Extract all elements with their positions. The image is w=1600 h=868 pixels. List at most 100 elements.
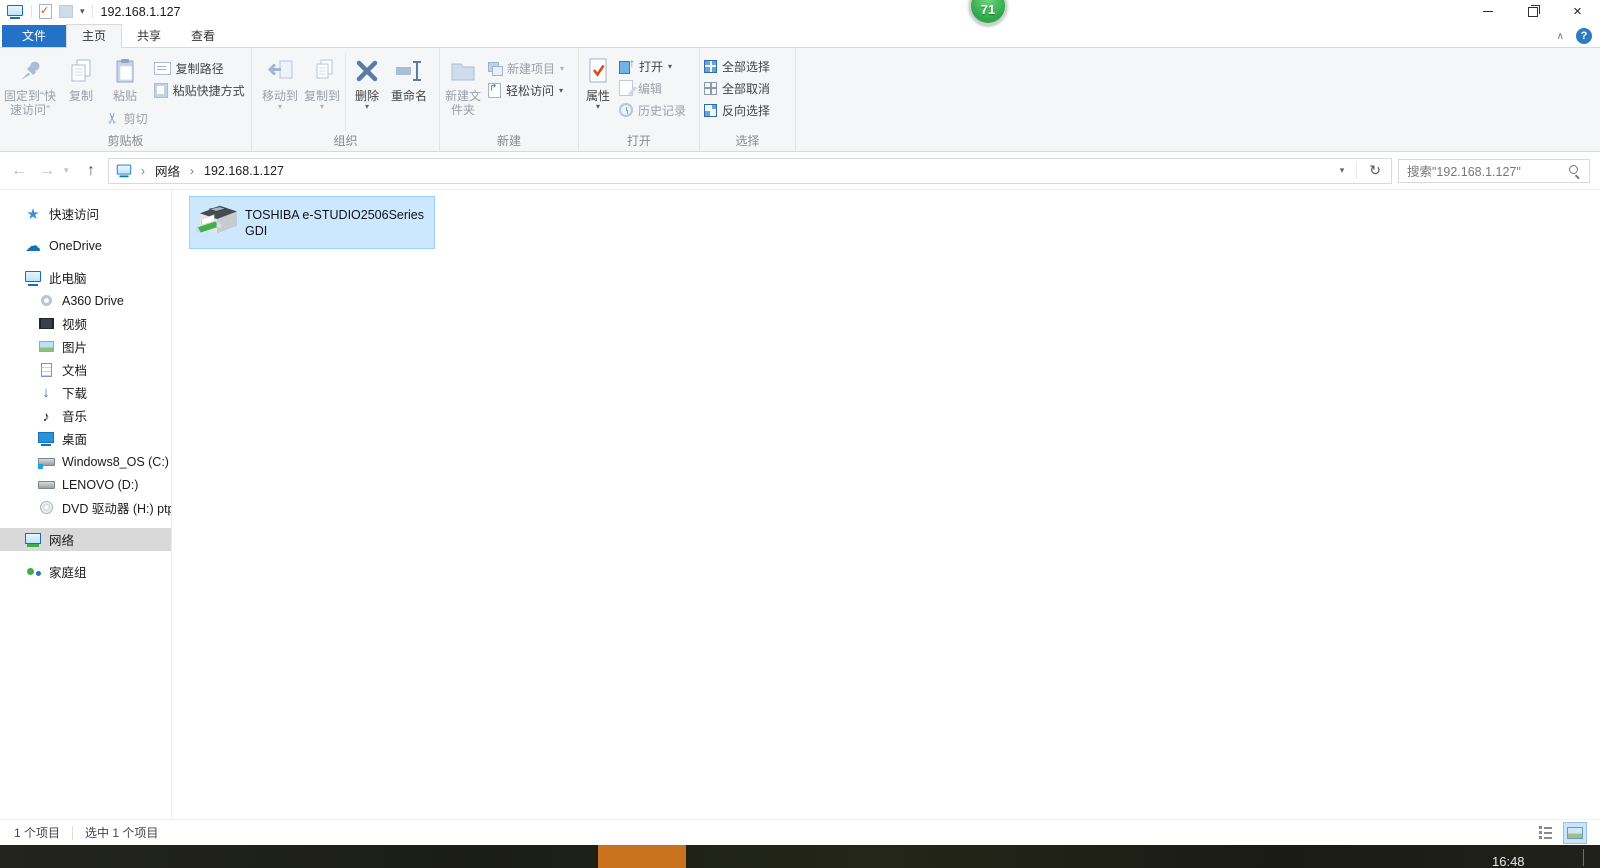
sidebar-item-dvd-h[interactable]: DVD 驱动器 (H:) ptpre [0, 496, 171, 519]
pin-to-quick-access-button[interactable]: 固定到“快速访问” [1, 49, 59, 117]
sidebar-item-drive-c[interactable]: Windows8_OS (C:) [0, 450, 171, 473]
button-label: 粘贴 [113, 89, 137, 103]
sidebar-item-documents[interactable]: 文档 [0, 358, 171, 381]
paste-button[interactable]: 粘贴 [103, 49, 147, 103]
up-button[interactable]: ↑ [80, 162, 102, 180]
sidebar-item-videos[interactable]: 视频 [0, 312, 171, 335]
search-box[interactable]: 搜索"192.168.1.127" [1398, 159, 1590, 183]
thumbnail-view-button[interactable] [1564, 823, 1586, 843]
show-desktop-divider[interactable] [1583, 849, 1584, 866]
sidebar-item-a360-drive[interactable]: A360 Drive [0, 289, 171, 312]
copy-path-button[interactable]: 复制路径 [151, 57, 248, 79]
sidebar-item-desktop[interactable]: 桌面 [0, 427, 171, 450]
sidebar-item-drive-d[interactable]: LENOVO (D:) [0, 473, 171, 496]
statusbar: 1 个项目 选中 1 个项目 [0, 819, 1600, 845]
tab-share[interactable]: 共享 [122, 25, 176, 47]
sidebar-item-downloads[interactable]: 下载 [0, 381, 171, 404]
new-folder-button[interactable]: 新建文件夹 [441, 49, 485, 117]
easy-access-button[interactable]: 轻松访问 ▾ [485, 79, 567, 101]
tab-file[interactable]: 文件 [2, 25, 66, 47]
delete-button[interactable]: 删除 ▾ [348, 49, 386, 110]
sidebar-item-label: 音乐 [62, 406, 87, 425]
breadcrumb-host[interactable]: 192.168.1.127 [202, 164, 286, 178]
paste-shortcut-button[interactable]: 粘贴快捷方式 [151, 79, 248, 101]
sidebar-item-label: OneDrive [49, 239, 102, 253]
open-button[interactable]: 打开 ▾ [616, 55, 689, 77]
tab-home[interactable]: 主页 [66, 24, 122, 48]
qat-new-folder-icon[interactable] [59, 5, 73, 18]
sidebar-item-this-pc[interactable]: 此电脑 [0, 266, 171, 289]
thumbnail-view-icon [1567, 827, 1583, 839]
file-item-printer[interactable]: TOSHIBA e-STUDIO2506Series GDI [189, 196, 435, 249]
select-all-button[interactable]: 全部选择 [701, 55, 773, 77]
sidebar-item-quick-access[interactable]: 快速访问 [0, 202, 171, 225]
recent-locations-chevron-icon[interactable]: ▾ [64, 165, 74, 176]
taskbar-clock: 16:48 [1492, 854, 1525, 868]
qat-customize-chevron-icon[interactable]: ▾ [80, 6, 85, 17]
separator [31, 5, 32, 18]
close-button[interactable]: × [1555, 0, 1600, 23]
collapse-ribbon-icon[interactable]: ∧ [1557, 31, 1564, 42]
rename-button[interactable]: 重命名 [386, 49, 432, 103]
sidebar-item-label: 桌面 [62, 429, 87, 448]
minimize-icon [1483, 11, 1493, 12]
sidebar-item-pictures[interactable]: 图片 [0, 335, 171, 358]
address-chevron-icon[interactable]: ▾ [1332, 165, 1353, 176]
open-icon [619, 59, 634, 74]
sidebar-item-homegroup[interactable]: 家庭组 [0, 560, 171, 583]
select-none-button[interactable]: 全部取消 [701, 77, 773, 99]
properties-icon [586, 53, 610, 89]
ribbon-home: 固定到“快速访问” 复制 粘贴 ✂ 剪切 [0, 47, 1600, 152]
properties-button[interactable]: 属性 ▾ [580, 49, 616, 110]
search-icon[interactable] [1568, 164, 1581, 177]
details-view-button[interactable] [1534, 823, 1556, 843]
restore-button[interactable] [1510, 0, 1555, 23]
ribbon-group-label-organize: 组织 [253, 134, 438, 151]
file-list[interactable]: TOSHIBA e-STUDIO2506Series GDI [172, 190, 1600, 819]
refresh-icon[interactable]: ↻ [1361, 162, 1389, 179]
tab-view[interactable]: 查看 [176, 25, 230, 47]
qat-properties-icon[interactable] [39, 4, 52, 19]
pin-icon [17, 53, 43, 89]
navigation-bar: ← → ▾ ↑ › 网络 › 192.168.1.127 ▾ ↻ 搜索"192.… [0, 152, 1600, 190]
sidebar-item-network[interactable]: 网络 [0, 528, 171, 551]
window-title: 192.168.1.127 [101, 5, 181, 19]
address-bar[interactable]: › 网络 › 192.168.1.127 ▾ ↻ [108, 158, 1392, 184]
new-folder-icon [449, 53, 477, 89]
star-icon [24, 206, 42, 222]
breadcrumb-network[interactable]: 网络 [153, 161, 182, 180]
a360-icon [37, 293, 55, 309]
hddwin-icon [37, 454, 55, 470]
status-item-count: 1 个项目 [14, 824, 60, 841]
minimize-button[interactable] [1465, 0, 1510, 23]
search-input[interactable]: 搜索"192.168.1.127" [1407, 161, 1562, 180]
system-menu-icon[interactable] [6, 4, 24, 19]
sidebar-item-label: 视频 [62, 314, 87, 333]
sidebar-item-label: Windows8_OS (C:) [62, 455, 169, 469]
new-item-button[interactable]: 新建项目 ▾ [485, 57, 567, 79]
sidebar-item-music[interactable]: 音乐 [0, 404, 171, 427]
sidebar-item-onedrive[interactable]: OneDrive [0, 234, 171, 257]
sidebar-item-label: 文档 [62, 360, 87, 379]
help-icon[interactable]: ? [1576, 28, 1592, 44]
cut-icon: ✂ [103, 112, 121, 125]
invert-selection-button[interactable]: 反向选择 [701, 99, 773, 121]
move-to-icon [266, 53, 294, 89]
sidebar-item-label: LENOVO (D:) [62, 478, 138, 492]
edit-button[interactable]: 编辑 [616, 77, 689, 99]
cut-button[interactable]: ✂ 剪切 [103, 107, 151, 129]
forward-button[interactable]: → [36, 162, 58, 180]
select-all-icon [704, 60, 717, 73]
ribbon-group-label-select: 选择 [701, 134, 794, 151]
back-button[interactable]: ← [8, 162, 30, 180]
copy-button[interactable]: 复制 [59, 49, 103, 103]
sidebar-item-label: 家庭组 [49, 562, 87, 581]
sidebar-item-label: DVD 驱动器 (H:) ptpre [62, 498, 171, 517]
video-icon [37, 316, 55, 332]
chevron-down-icon: ▾ [320, 103, 324, 110]
history-button[interactable]: 历史记录 [616, 99, 689, 121]
copy-to-button[interactable]: 复制到 ▾ [301, 49, 343, 110]
move-to-button[interactable]: 移动到 ▾ [259, 49, 301, 110]
ribbon-group-label-open: 打开 [580, 134, 698, 151]
button-label: 删除 [355, 89, 379, 103]
